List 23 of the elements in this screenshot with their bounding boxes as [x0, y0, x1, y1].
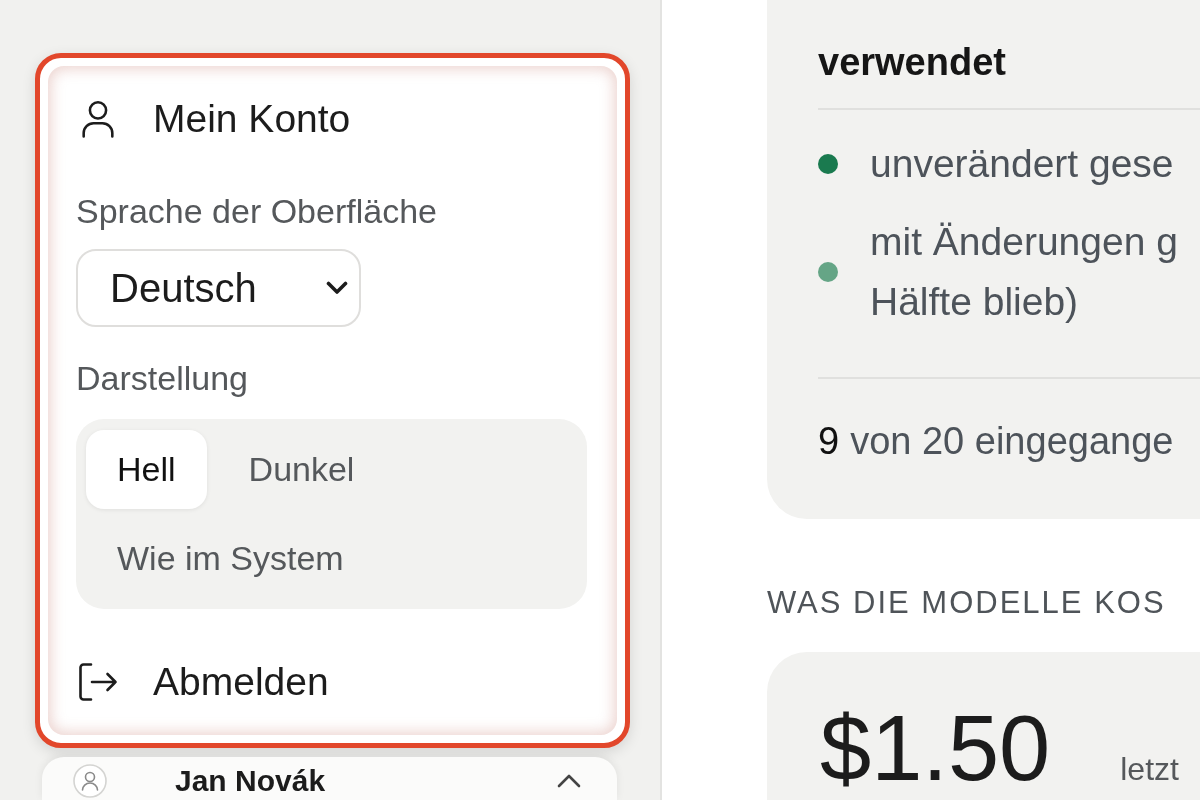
user-icon	[80, 100, 116, 138]
avatar-icon	[73, 763, 107, 798]
price-amount: $1.50	[820, 702, 1051, 794]
language-label: Sprache der Oberfläche	[76, 192, 437, 230]
price-caption: letzt	[1120, 750, 1179, 788]
count-value: 9	[818, 419, 840, 464]
user-name: Jan Novák	[175, 763, 327, 798]
count-text: von 20 eingegange	[850, 419, 1174, 464]
appearance-option[interactable]: Wie im System	[86, 519, 375, 598]
usage-item-text: unverändert gese	[870, 141, 1174, 187]
chevron-down-icon	[326, 281, 348, 295]
usage-item-text: mit Änderungen g Hälfte blieb)	[870, 219, 1178, 325]
account-menu-item[interactable]: Mein Konto	[76, 85, 351, 153]
logout-icon	[78, 662, 118, 702]
appearance-option[interactable]: Hell	[86, 430, 207, 509]
section-heading: WAS DIE MODELLE KOS	[767, 584, 1167, 622]
language-select[interactable]: Deutsch	[76, 249, 361, 327]
user-card[interactable]: Jan Novák	[42, 757, 617, 800]
caret-up-icon	[557, 773, 581, 788]
appearance-label: Darstellung	[76, 359, 248, 397]
logout-menu-item[interactable]: Abmelden	[76, 649, 329, 715]
card-heading: verwendet	[818, 40, 1007, 85]
appearance-option[interactable]: Dunkel	[217, 430, 386, 509]
